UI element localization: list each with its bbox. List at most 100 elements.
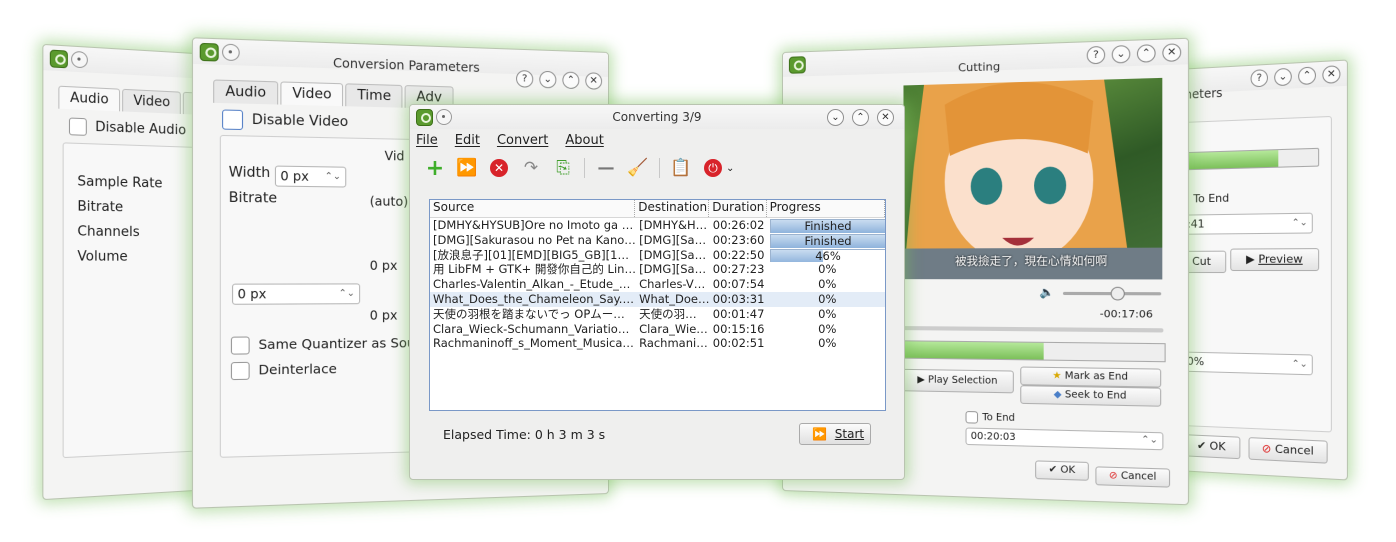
column-duration[interactable]: Duration [709, 200, 766, 217]
disable-audio-checkbox[interactable]: Disable Audio [69, 117, 186, 139]
convert-file-icon[interactable]: ⎘ [552, 157, 574, 179]
slider-handle[interactable] [1111, 287, 1125, 301]
minimize-icon[interactable]: ⌄ [1112, 45, 1131, 64]
duration-cell: 00:07:54 [710, 277, 767, 292]
play-selection-label: Play Selection [928, 374, 997, 386]
table-row[interactable]: Clara_Wieck-Schumann_Variations… Clara_Wi… [430, 322, 885, 337]
mark-as-end-button[interactable]: ★ Mark as End [1020, 366, 1161, 387]
seek-slider[interactable] [901, 326, 1163, 332]
close-icon[interactable]: ✕ [1162, 43, 1181, 62]
titlebar: Conversion Parameters ? ⌄ ⌃ ✕ [193, 38, 608, 77]
help-icon[interactable]: ? [1087, 46, 1105, 64]
close-icon[interactable]: ✕ [1322, 65, 1340, 84]
table-row[interactable]: Charles-Valentin_Alkan_-_Etude_Op… Charle… [430, 277, 885, 292]
app-icon [50, 50, 68, 69]
menu-about[interactable]: About [565, 133, 603, 148]
duration-cell: 00:26:02 [710, 218, 767, 233]
end-time-spinbox[interactable]: 00:20:03 [965, 427, 1163, 450]
help-icon[interactable]: ? [1251, 69, 1268, 87]
table-row[interactable]: 用 LibFM + GTK+ 開發你自己的 Lin… [DMG][Sa… 00:27… [430, 262, 885, 277]
disable-video-checkbox[interactable]: Disable Video [222, 109, 348, 132]
maximize-icon[interactable]: ⌃ [562, 72, 579, 90]
help-icon[interactable]: ? [516, 70, 533, 88]
height-value[interactable]: 0 px [370, 258, 398, 273]
deinterlace-checkbox[interactable]: Deinterlace [231, 361, 337, 380]
destination-cell: Rachmani… [636, 336, 710, 351]
tab-video[interactable]: Video [122, 89, 181, 114]
add-icon[interactable]: + [424, 157, 446, 179]
to-end-checkbox[interactable]: To End [965, 411, 1015, 425]
titlebar: Cutting ? ⌄ ⌃ ✕ [783, 39, 1188, 77]
conversion-table[interactable]: Source Destination Duration Progress [DM… [429, 199, 886, 411]
column-progress[interactable]: Progress [767, 200, 885, 217]
fast-forward-icon[interactable]: ⏩ [456, 157, 478, 179]
progress-cell: 46% [767, 248, 885, 263]
minimize-icon[interactable]: ⌄ [827, 109, 844, 126]
tab-video[interactable]: Video [280, 81, 343, 106]
clear-icon[interactable]: 🧹 [627, 157, 649, 179]
duration-cell: 00:15:16 [710, 322, 767, 337]
tab-audio[interactable]: Audio [213, 79, 278, 104]
bitrate-value[interactable]: (auto) [370, 194, 408, 209]
preview-button[interactable]: ▶ Preview [1230, 248, 1319, 271]
window-controls: ⌄ ⌃ ✕ [827, 109, 894, 126]
cancel-button[interactable]: ⊘ Cancel [1249, 437, 1328, 464]
source-cell: [DMHY&HYSUB]Ore no Imoto ga K… [430, 218, 636, 233]
volume-slider[interactable] [1063, 292, 1161, 295]
remove-icon[interactable]: — [595, 157, 617, 179]
window-menu-button[interactable] [71, 51, 88, 69]
column-destination[interactable]: Destination [635, 200, 709, 217]
menu-edit[interactable]: Edit [455, 133, 480, 148]
tab-time[interactable]: Time [346, 83, 403, 107]
source-cell: What_Does_the_Chameleon_Say.mp4 [430, 292, 636, 307]
table-row[interactable]: Rachmaninoff_s_Moment_Musicau… Rachmani… 0… [430, 336, 885, 351]
checkbox-box[interactable] [69, 117, 87, 135]
table-row[interactable]: [DMG][Sakurasou no Pet na Kanoj… [DMG][Sa… [430, 233, 885, 248]
volume-icon[interactable]: 🔈 [1039, 286, 1054, 300]
chevron-down-icon[interactable]: ⌄ [726, 163, 734, 174]
seek-to-end-label: Seek to End [1065, 389, 1127, 402]
disable-video-label: Disable Video [252, 112, 348, 130]
menu-file[interactable]: File [416, 133, 438, 148]
power-icon[interactable]: ⏻ [702, 157, 724, 179]
table-row[interactable]: [放浪息子][01][EMD][BIG5_GB][128… [DMG][Sa… 00… [430, 248, 885, 263]
checkbox-box[interactable] [231, 362, 250, 380]
clipboard-icon[interactable]: 📋 [670, 157, 692, 179]
table-row[interactable]: 天使の羽根を踏まないでっ OPムー… 天使の羽… 00:01:47 0% [430, 307, 885, 322]
ok-button[interactable]: ✔ OK [1182, 434, 1240, 459]
video-preview[interactable]: 被我撿走了，現在心情如何啊 [903, 78, 1162, 280]
ok-button[interactable]: ✔ OK [1035, 460, 1089, 480]
table-row[interactable]: What_Does_the_Chameleon_Say.mp4 What_Doe…… [430, 292, 885, 307]
volume-label: Volume [77, 249, 127, 265]
checkbox-box[interactable] [965, 411, 978, 424]
same-quantizer-checkbox[interactable]: Same Quantizer as Sourc [231, 335, 428, 355]
tab-audio[interactable]: Audio [58, 86, 120, 112]
play-selection-button[interactable]: ▶ Play Selection [901, 369, 1013, 394]
menu-convert[interactable]: Convert [497, 133, 548, 148]
cancel-button[interactable]: ⊘ Cancel [1095, 466, 1170, 487]
checkbox-box[interactable] [231, 336, 250, 354]
crop-spinbox[interactable]: 0 px [232, 283, 360, 304]
minimize-icon[interactable]: ⌄ [539, 71, 556, 89]
column-source[interactable]: Source [430, 200, 635, 217]
bitrate-label: Bitrate [229, 190, 277, 206]
maximize-icon[interactable]: ⌃ [1137, 44, 1156, 63]
minimize-icon[interactable]: ⌄ [1274, 68, 1292, 87]
to-end-label: To End [982, 412, 1015, 424]
bitrate-label: Bitrate [77, 199, 123, 215]
progress-cell: Finished [767, 218, 885, 233]
start-button[interactable]: ⏩ Start [799, 423, 871, 445]
maximize-icon[interactable]: ⌃ [852, 109, 869, 126]
close-icon[interactable]: ✕ [877, 109, 894, 126]
close-icon[interactable]: ✕ [585, 72, 602, 90]
titlebar: Converting 3/9 ⌄ ⌃ ✕ [410, 105, 904, 129]
progress-cell: 0% [767, 322, 885, 337]
seek-to-end-button[interactable]: ◆ Seek to End [1020, 385, 1161, 407]
stop-icon[interactable]: ✕ [488, 157, 510, 179]
maximize-icon[interactable]: ⌃ [1298, 66, 1316, 85]
redo-icon[interactable]: ↷ [520, 157, 542, 179]
width-spinbox[interactable]: 0 px [275, 166, 346, 188]
crop-value[interactable]: 0 px [370, 308, 398, 323]
checkbox-box[interactable] [222, 109, 243, 130]
table-row[interactable]: [DMHY&HYSUB]Ore no Imoto ga K… [DMHY&H… 00… [430, 218, 885, 233]
